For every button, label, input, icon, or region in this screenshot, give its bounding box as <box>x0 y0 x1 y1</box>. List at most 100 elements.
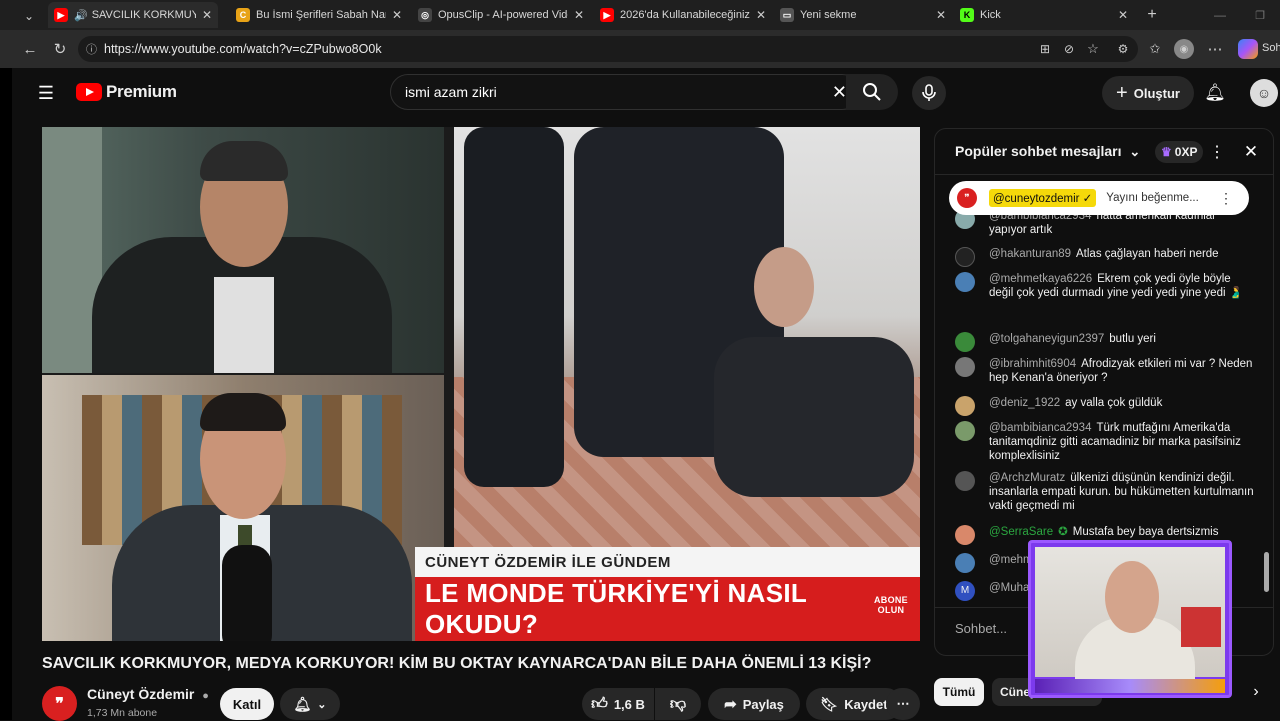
tab-3[interactable]: ◎ OpusClip - AI-powered Video ✕ <box>412 2 590 28</box>
video-panel-news-image <box>454 127 920 547</box>
pinned-options-icon[interactable]: ⋮ <box>1219 190 1233 207</box>
chat-message: @deniz_1922 ay valla çok güldük <box>955 396 1255 416</box>
share-button[interactable]: ➦ Paylaş <box>708 688 800 720</box>
site-info-icon[interactable]: ⓘ <box>86 41 97 57</box>
notifications-bell-icon[interactable]: 🔔︎ <box>1204 82 1226 104</box>
search-icon <box>863 83 881 101</box>
chat-options-icon[interactable]: ⋮ <box>1209 141 1225 163</box>
chevron-down-icon: ⌄ <box>317 698 327 711</box>
close-icon[interactable]: ✕ <box>1118 8 1128 22</box>
tab-label: Yeni sekme <box>800 9 857 21</box>
chat-author: @deniz_1922 <box>989 397 1061 409</box>
user-avatar <box>955 421 975 441</box>
menu-icon[interactable]: ☰ <box>34 82 58 104</box>
copilot-icon[interactable] <box>1238 39 1258 59</box>
more-icon[interactable]: ⋯ <box>1206 40 1224 58</box>
browser-tab-bar: ⌄ ▶ 🔊 SAVCILIK KORKMUYOR, M ✕ C Bu İsmi … <box>0 0 1280 30</box>
back-icon[interactable]: ← <box>20 39 40 59</box>
tab-label: 2026'da Kullanabileceğiniz En <box>620 9 750 21</box>
close-chat-icon[interactable]: ✕ <box>1241 141 1261 163</box>
show-name: CÜNEYT ÖZDEMİR İLE GÜNDEM <box>425 553 671 571</box>
url-text: https://www.youtube.com/watch?v=cZPubwo8… <box>104 42 382 56</box>
minimize-icon[interactable]: — <box>1210 5 1230 25</box>
presenter-hair <box>200 141 288 181</box>
close-icon[interactable]: ✕ <box>202 8 212 22</box>
clear-search-icon[interactable]: ✕ <box>832 82 847 103</box>
favorites-icon[interactable]: ✩ <box>1146 40 1164 58</box>
account-avatar[interactable]: ☺ <box>1250 79 1278 107</box>
subscribe-line2: OLUN <box>877 605 905 615</box>
share-label: Paylaş <box>742 696 784 712</box>
favorite-star-icon[interactable]: ☆ <box>1084 40 1102 58</box>
chat-text: ay valla çok güldük <box>1065 397 1163 409</box>
chat-scrollbar[interactable] <box>1264 552 1269 592</box>
close-icon[interactable]: ✕ <box>756 8 766 22</box>
youtube-play-icon <box>76 83 102 101</box>
logo-text: Premium <box>106 82 177 101</box>
like-button[interactable]: 👍︎ 1,6 B <box>582 688 654 720</box>
plus-icon: + <box>1116 81 1128 104</box>
voice-search-button[interactable] <box>912 76 946 110</box>
kick-icon: K <box>960 8 974 22</box>
video-player[interactable]: CÜNEYT ÖZDEMİR İLE GÜNDEM LE MONDE TÜRKİ… <box>42 127 920 641</box>
channel-name[interactable]: Cüneyt Özdemir ● <box>87 686 209 702</box>
microphone <box>222 545 272 641</box>
chat-mode-label: Popüler sohbet mesajları <box>955 143 1122 159</box>
dislike-button[interactable]: 👎︎ <box>655 688 701 720</box>
crown-icon: ♛ <box>1161 145 1172 159</box>
chat-message: @bambibianca2934 Türk mutfağını Amerika'd… <box>955 421 1255 463</box>
user-avatar <box>955 396 975 416</box>
copilot-label[interactable]: Soh <box>1262 42 1280 54</box>
chip-all[interactable]: Tümü <box>934 678 984 706</box>
close-icon[interactable]: ✕ <box>392 8 402 22</box>
notification-bell-button[interactable]: 🔔︎ ⌄ <box>280 688 340 720</box>
user-avatar <box>955 525 975 545</box>
webcam-face <box>1105 561 1159 633</box>
chevron-right-icon[interactable]: › <box>1246 682 1266 702</box>
tab-2[interactable]: C Bu İsmi Şerifleri Sabah Namaz ✕ <box>230 2 408 28</box>
newtab-icon: ▭ <box>780 8 794 22</box>
presenter-shirt <box>214 277 274 373</box>
channel-avatar[interactable]: ❞ <box>42 686 77 721</box>
thumbs-down-icon: 👎︎ <box>669 695 687 713</box>
more-actions-button[interactable]: ⋯ <box>886 688 920 720</box>
chat-author: @mehm <box>989 554 1033 566</box>
chat-message: @SerraSare ✪ Mustafa bey baya dertsizmis <box>955 525 1255 545</box>
xp-badge[interactable]: ♛ 0XP <box>1155 141 1204 163</box>
restore-icon[interactable]: ❐ <box>1250 5 1270 25</box>
chat-author: @ibrahimhit6904 <box>989 358 1077 370</box>
tab-6[interactable]: K Kick ✕ <box>954 2 1134 28</box>
tracking-icon[interactable]: ⊘ <box>1060 40 1078 58</box>
extension-icon[interactable]: ⚙ <box>1114 40 1132 58</box>
share-icon: ➦ <box>724 696 737 713</box>
pinned-message[interactable]: ❞ @cuneytozdemir ✓ Yayını beğenme... ⋮ <box>949 181 1249 215</box>
youtube-logo[interactable]: Premium <box>76 82 177 102</box>
chat-mode-dropdown[interactable]: Popüler sohbet mesajları ⌄ <box>955 143 1140 160</box>
tab-1[interactable]: ▶ 🔊 SAVCILIK KORKMUYOR, M ✕ <box>48 2 218 28</box>
subscriber-count: 1,73 Mn abone <box>87 707 158 719</box>
close-icon[interactable]: ✕ <box>574 8 584 22</box>
tab-list-icon[interactable]: ⌄ <box>18 6 40 26</box>
tab-5[interactable]: ▭ Yeni sekme ✕ <box>774 2 952 28</box>
close-icon[interactable]: ✕ <box>936 8 946 22</box>
user-avatar <box>955 272 975 292</box>
profile-avatar[interactable]: ◉ <box>1174 39 1194 59</box>
tab-4[interactable]: ▶ 2026'da Kullanabileceğiniz En ✕ <box>594 2 772 28</box>
url-field[interactable]: ⓘ https://www.youtube.com/watch?v=cZPubw… <box>78 36 1138 62</box>
new-tab-icon[interactable]: + <box>1142 5 1162 25</box>
headline-text: LE MONDE TÜRKİYE'Yİ NASIL OKUDU? <box>425 578 807 639</box>
chat-text: Atlas çağlayan haberi nerde <box>1076 248 1219 260</box>
reload-icon[interactable]: ↻ <box>50 39 70 59</box>
chat-author: @bambibianca2934 <box>989 422 1092 434</box>
video-title: SAVCILIK KORKMUYOR, MEDYA KORKUYOR! KİM … <box>42 655 872 672</box>
app-icon[interactable]: ⊞ <box>1036 40 1054 58</box>
create-button[interactable]: + Oluştur <box>1102 76 1194 110</box>
search-button[interactable] <box>846 74 898 110</box>
chat-text: butlu yeri <box>1109 333 1156 345</box>
chat-author: @Muha <box>989 582 1030 594</box>
chip-label: Tümü <box>942 685 976 699</box>
join-button[interactable]: Katıl <box>220 688 274 720</box>
channel-row: ❞ Cüneyt Özdemir ● 1,73 Mn abone Katıl 🔔… <box>42 684 922 721</box>
speaker-icon: 🔊 <box>74 9 88 22</box>
search-input[interactable]: ismi azam zikri ✕ <box>390 74 860 110</box>
